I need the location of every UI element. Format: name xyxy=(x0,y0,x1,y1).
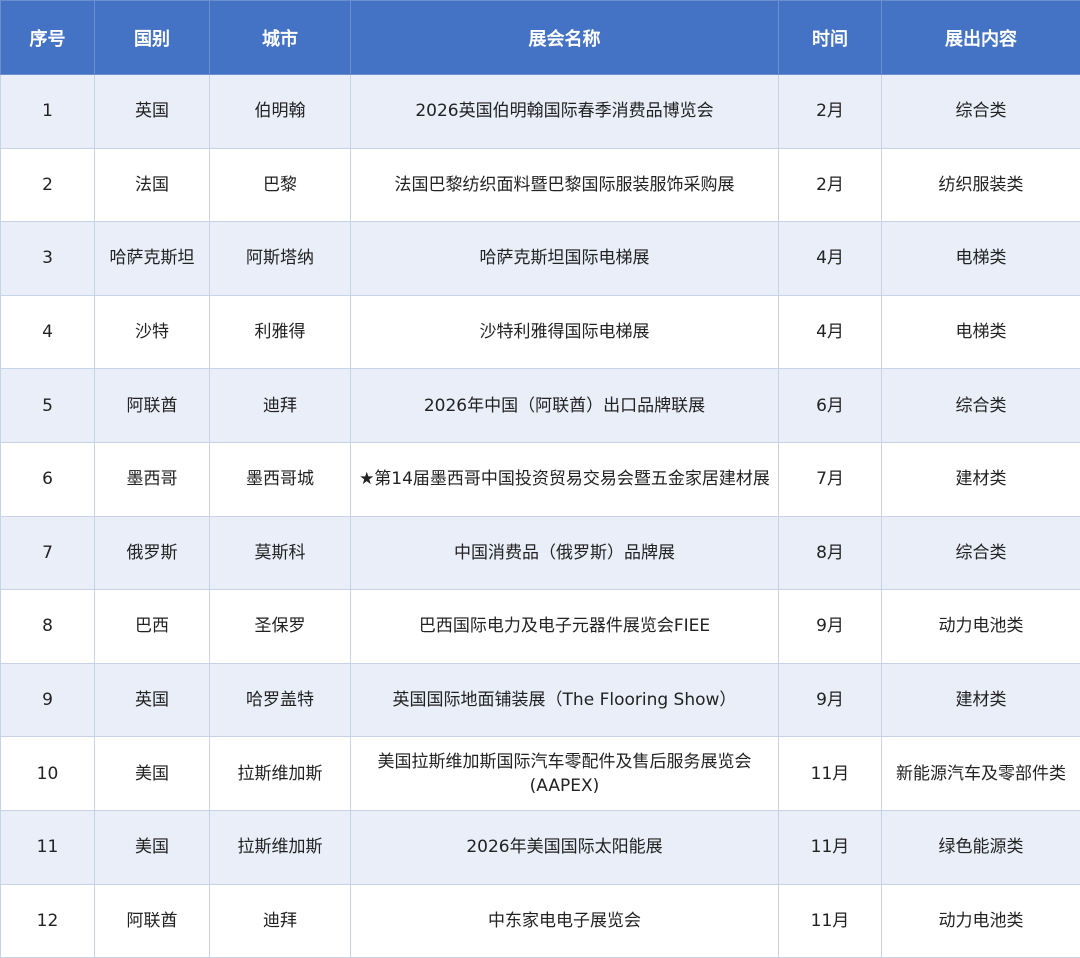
cell-city: 哈罗盖特 xyxy=(210,663,351,737)
cell-index: 1 xyxy=(1,75,95,149)
cell-index: 6 xyxy=(1,442,95,516)
cell-city: 墨西哥城 xyxy=(210,442,351,516)
cell-time: 4月 xyxy=(779,295,882,369)
cell-time: 8月 xyxy=(779,516,882,590)
cell-index: 9 xyxy=(1,663,95,737)
cell-content: 综合类 xyxy=(882,369,1080,443)
table-row: 9 英国 哈罗盖特 英国国际地面铺装展（The Flooring Show） 9… xyxy=(1,663,1080,737)
cell-city: 拉斯维加斯 xyxy=(210,810,351,884)
table-header-row: 序号 国别 城市 展会名称 时间 展出内容 xyxy=(1,1,1080,75)
cell-country: 沙特 xyxy=(95,295,210,369)
table-row: 5 阿联酋 迪拜 2026年中国（阿联酋）出口品牌联展 6月 综合类 xyxy=(1,369,1080,443)
cell-content: 动力电池类 xyxy=(882,884,1080,958)
cell-index: 8 xyxy=(1,590,95,664)
table-row: 12 阿联酋 迪拜 中东家电电子展览会 11月 动力电池类 xyxy=(1,884,1080,958)
cell-exhibition-name: 英国国际地面铺装展（The Flooring Show） xyxy=(351,663,779,737)
cell-exhibition-name: 沙特利雅得国际电梯展 xyxy=(351,295,779,369)
cell-city: 利雅得 xyxy=(210,295,351,369)
cell-city: 拉斯维加斯 xyxy=(210,737,351,811)
cell-country: 法国 xyxy=(95,148,210,222)
cell-exhibition-name: 中国消费品（俄罗斯）品牌展 xyxy=(351,516,779,590)
cell-exhibition-name: 巴西国际电力及电子元器件展览会FIEE xyxy=(351,590,779,664)
cell-index: 5 xyxy=(1,369,95,443)
cell-content: 综合类 xyxy=(882,75,1080,149)
header-time: 时间 xyxy=(779,1,882,75)
header-index: 序号 xyxy=(1,1,95,75)
cell-city: 巴黎 xyxy=(210,148,351,222)
cell-content: 动力电池类 xyxy=(882,590,1080,664)
cell-country: 巴西 xyxy=(95,590,210,664)
cell-country: 哈萨克斯坦 xyxy=(95,222,210,296)
cell-index: 11 xyxy=(1,810,95,884)
cell-content: 纺织服装类 xyxy=(882,148,1080,222)
table-row: 11 美国 拉斯维加斯 2026年美国国际太阳能展 11月 绿色能源类 xyxy=(1,810,1080,884)
cell-country: 美国 xyxy=(95,737,210,811)
cell-exhibition-name: 法国巴黎纺织面料暨巴黎国际服装服饰采购展 xyxy=(351,148,779,222)
cell-content: 新能源汽车及零部件类 xyxy=(882,737,1080,811)
cell-country: 英国 xyxy=(95,75,210,149)
cell-exhibition-name: 中东家电电子展览会 xyxy=(351,884,779,958)
header-country: 国别 xyxy=(95,1,210,75)
cell-exhibition-name: 哈萨克斯坦国际电梯展 xyxy=(351,222,779,296)
cell-exhibition-name: 美国拉斯维加斯国际汽车零配件及售后服务展览会(AAPEX) xyxy=(351,737,779,811)
table-row: 6 墨西哥 墨西哥城 ★第14届墨西哥中国投资贸易交易会暨五金家居建材展 7月 … xyxy=(1,442,1080,516)
cell-time: 6月 xyxy=(779,369,882,443)
cell-city: 阿斯塔纳 xyxy=(210,222,351,296)
cell-index: 10 xyxy=(1,737,95,811)
cell-country: 阿联酋 xyxy=(95,884,210,958)
cell-time: 2月 xyxy=(779,75,882,149)
cell-index: 12 xyxy=(1,884,95,958)
cell-content: 建材类 xyxy=(882,442,1080,516)
cell-country: 美国 xyxy=(95,810,210,884)
cell-city: 莫斯科 xyxy=(210,516,351,590)
cell-index: 4 xyxy=(1,295,95,369)
table-row: 4 沙特 利雅得 沙特利雅得国际电梯展 4月 电梯类 xyxy=(1,295,1080,369)
cell-time: 7月 xyxy=(779,442,882,516)
cell-index: 7 xyxy=(1,516,95,590)
cell-city: 圣保罗 xyxy=(210,590,351,664)
exhibition-table: 序号 国别 城市 展会名称 时间 展出内容 1 英国 伯明翰 2026英国伯明翰… xyxy=(0,0,1080,958)
header-exhibition-name: 展会名称 xyxy=(351,1,779,75)
cell-time: 11月 xyxy=(779,810,882,884)
cell-time: 2月 xyxy=(779,148,882,222)
cell-exhibition-name: ★第14届墨西哥中国投资贸易交易会暨五金家居建材展 xyxy=(351,442,779,516)
header-city: 城市 xyxy=(210,1,351,75)
table-row: 10 美国 拉斯维加斯 美国拉斯维加斯国际汽车零配件及售后服务展览会(AAPEX… xyxy=(1,737,1080,811)
cell-content: 综合类 xyxy=(882,516,1080,590)
cell-index: 2 xyxy=(1,148,95,222)
cell-content: 电梯类 xyxy=(882,295,1080,369)
cell-country: 阿联酋 xyxy=(95,369,210,443)
cell-exhibition-name: 2026年中国（阿联酋）出口品牌联展 xyxy=(351,369,779,443)
cell-time: 9月 xyxy=(779,663,882,737)
cell-city: 伯明翰 xyxy=(210,75,351,149)
table-row: 1 英国 伯明翰 2026英国伯明翰国际春季消费品博览会 2月 综合类 xyxy=(1,75,1080,149)
table-row: 3 哈萨克斯坦 阿斯塔纳 哈萨克斯坦国际电梯展 4月 电梯类 xyxy=(1,222,1080,296)
cell-content: 绿色能源类 xyxy=(882,810,1080,884)
cell-exhibition-name: 2026年美国国际太阳能展 xyxy=(351,810,779,884)
cell-time: 11月 xyxy=(779,884,882,958)
cell-exhibition-name: 2026英国伯明翰国际春季消费品博览会 xyxy=(351,75,779,149)
cell-city: 迪拜 xyxy=(210,884,351,958)
cell-country: 墨西哥 xyxy=(95,442,210,516)
cell-time: 11月 xyxy=(779,737,882,811)
cell-country: 英国 xyxy=(95,663,210,737)
cell-index: 3 xyxy=(1,222,95,296)
cell-content: 建材类 xyxy=(882,663,1080,737)
table-row: 8 巴西 圣保罗 巴西国际电力及电子元器件展览会FIEE 9月 动力电池类 xyxy=(1,590,1080,664)
cell-city: 迪拜 xyxy=(210,369,351,443)
cell-time: 4月 xyxy=(779,222,882,296)
cell-content: 电梯类 xyxy=(882,222,1080,296)
cell-country: 俄罗斯 xyxy=(95,516,210,590)
table-row: 7 俄罗斯 莫斯科 中国消费品（俄罗斯）品牌展 8月 综合类 xyxy=(1,516,1080,590)
table-row: 2 法国 巴黎 法国巴黎纺织面料暨巴黎国际服装服饰采购展 2月 纺织服装类 xyxy=(1,148,1080,222)
header-content: 展出内容 xyxy=(882,1,1080,75)
cell-time: 9月 xyxy=(779,590,882,664)
